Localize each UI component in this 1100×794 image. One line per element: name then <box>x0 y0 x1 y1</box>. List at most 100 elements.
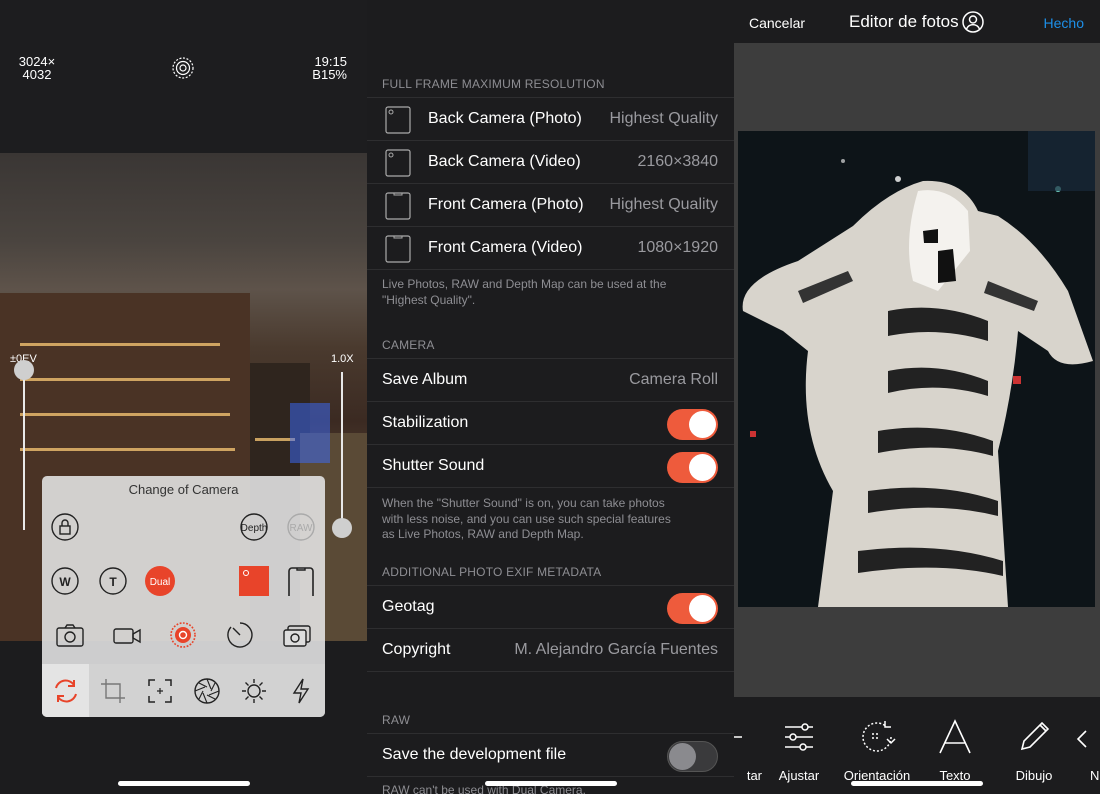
editor-nav-bar: Cancelar Editor de fotos Hecho <box>734 0 1100 43</box>
setting-row-stabilization: Stabilization <box>367 401 734 444</box>
setting-label: Back Camera (Video) <box>428 153 581 170</box>
aperture-icon[interactable] <box>192 676 222 706</box>
zoom-slider-track[interactable] <box>341 372 343 532</box>
section-header-full-frame: FULL FRAME MAXIMUM RESOLUTION <box>382 77 605 91</box>
editor-toolbar: tar Ajustar Orientación Texto Dibujo N <box>734 697 1100 794</box>
setting-label: Save Album <box>382 371 468 388</box>
tool-crop[interactable]: tar <box>734 717 762 783</box>
change-camera-popup: Change of Camera Depth RAW W T Dual <box>42 476 325 717</box>
tool-draw[interactable]: Dibujo <box>994 717 1074 783</box>
partial-icon <box>1076 730 1087 748</box>
toggle-knob <box>689 411 716 438</box>
toggle-knob <box>689 454 716 481</box>
setting-value: Highest Quality <box>609 110 719 127</box>
setting-label: Front Camera (Video) <box>428 239 583 256</box>
tele-label: T <box>109 575 117 589</box>
section-divider <box>367 269 734 270</box>
geotag-toggle[interactable] <box>667 593 718 624</box>
stabilization-toggle[interactable] <box>667 409 718 440</box>
note-line: as Live Photos, RAW and Depth Map. <box>382 527 584 541</box>
note-line: with less noise, and you can use such sp… <box>382 511 671 526</box>
window-row <box>20 343 220 346</box>
setting-label: Geotag <box>382 598 435 615</box>
resolution-readout[interactable]: 3024× 4032 <box>16 55 58 81</box>
photo-editor-panel: Cancelar Editor de fotos Hecho tar Ajust… <box>734 0 1100 794</box>
tool-text[interactable]: Texto <box>915 717 995 783</box>
done-button[interactable]: Hecho <box>1044 15 1084 31</box>
cancel-button[interactable]: Cancelar <box>749 15 805 31</box>
text-icon <box>939 719 971 754</box>
sliders-icon <box>785 723 813 751</box>
setting-row-back-video[interactable]: Back Camera (Video) 2160×3840 <box>367 140 734 183</box>
lego-sculpture-image <box>738 131 1095 607</box>
tool-label: N <box>1090 768 1100 783</box>
setting-row-front-photo[interactable]: Front Camera (Photo) Highest Quality <box>367 183 734 226</box>
setting-value: M. Alejandro García Fuentes <box>514 641 718 658</box>
home-indicator[interactable] <box>851 781 983 786</box>
window-row <box>20 378 230 381</box>
video-mode-icon[interactable] <box>112 620 142 650</box>
setting-row-front-video[interactable]: Front Camera (Video) 1080×1920 <box>367 226 734 269</box>
photo-canvas[interactable] <box>738 131 1095 607</box>
section-divider <box>367 487 734 488</box>
setting-row-copyright[interactable]: Copyright M. Alejandro García Fuentes <box>367 628 734 671</box>
camera-app-panel: 3024× 4032 19:15 B15% ±0EV 1.0X Change o… <box>0 0 367 794</box>
rotate-icon <box>862 721 896 752</box>
zoom-slider-knob[interactable] <box>332 518 352 538</box>
dual-lens-button[interactable]: Dual <box>145 566 175 596</box>
brightness-icon[interactable] <box>239 676 269 706</box>
depth-label: Depth <box>241 523 268 534</box>
tele-lens-button[interactable]: T <box>98 566 128 596</box>
shutter-sound-note: When the "Shutter Sound" is on, you can … <box>382 496 712 543</box>
depth-button[interactable]: Depth <box>239 512 269 542</box>
setting-row-back-photo[interactable]: Back Camera (Photo) Highest Quality <box>367 97 734 140</box>
setting-row-dev-file: Save the development file <box>367 733 734 776</box>
tool-orientation[interactable]: Orientación <box>837 717 917 783</box>
toggle-knob <box>669 743 696 770</box>
exposure-slider-knob[interactable] <box>14 360 34 380</box>
lock-rotate-icon[interactable] <box>50 512 80 542</box>
flash-icon[interactable] <box>286 676 316 706</box>
tool-next[interactable]: N <box>1072 717 1100 783</box>
crop-icon[interactable] <box>98 676 128 706</box>
setting-row-save-album[interactable]: Save Album Camera Roll <box>367 358 734 401</box>
zoom-label: 1.0X <box>331 353 354 365</box>
tool-label: Dibujo <box>1015 768 1053 783</box>
tool-label: tar <box>746 768 762 783</box>
wide-label: W <box>59 575 71 589</box>
dual-label: Dual <box>150 577 171 588</box>
camera-settings-panel: FULL FRAME MAXIMUM RESOLUTION Back Camer… <box>367 0 734 794</box>
exposure-slider-track[interactable] <box>23 370 25 530</box>
development-file-toggle[interactable] <box>667 741 718 772</box>
toggle-knob <box>689 595 716 622</box>
setting-row-geotag: Geotag <box>367 585 734 628</box>
live-photo-icon[interactable] <box>168 620 198 650</box>
pencil-icon <box>1020 721 1050 751</box>
user-icon[interactable] <box>962 11 984 33</box>
status-readout: 19:15 B15% <box>312 55 347 81</box>
note-line: When the "Shutter Sound" is on, you can … <box>382 496 665 510</box>
shutter-sound-toggle[interactable] <box>667 452 718 483</box>
window-row <box>20 413 230 416</box>
photo-mode-icon[interactable] <box>55 620 85 650</box>
wide-lens-button[interactable]: W <box>50 566 80 596</box>
setting-value: 2160×3840 <box>637 153 718 170</box>
raw-label: RAW <box>290 523 314 534</box>
switch-camera-icon[interactable] <box>51 676 81 706</box>
setting-label: Copyright <box>382 641 451 658</box>
battery-label: B15% <box>312 67 347 82</box>
back-camera-icon[interactable] <box>239 566 269 596</box>
burst-icon[interactable] <box>282 620 312 650</box>
raw-button[interactable]: RAW <box>286 512 316 542</box>
popup-title: Change of Camera <box>128 482 239 497</box>
setting-row-shutter-sound: Shutter Sound <box>367 444 734 487</box>
tool-adjust[interactable]: Ajustar <box>759 717 839 783</box>
front-camera-icon[interactable] <box>286 566 316 596</box>
home-indicator[interactable] <box>485 781 617 786</box>
home-indicator[interactable] <box>118 781 250 786</box>
full-frame-note: Live Photos, RAW and Depth Map can be us… <box>382 277 712 308</box>
timer-icon[interactable] <box>225 620 255 650</box>
focus-frame-icon[interactable] <box>145 676 175 706</box>
camera-settings-icon[interactable] <box>171 56 195 80</box>
setting-label: Front Camera (Photo) <box>428 196 584 213</box>
